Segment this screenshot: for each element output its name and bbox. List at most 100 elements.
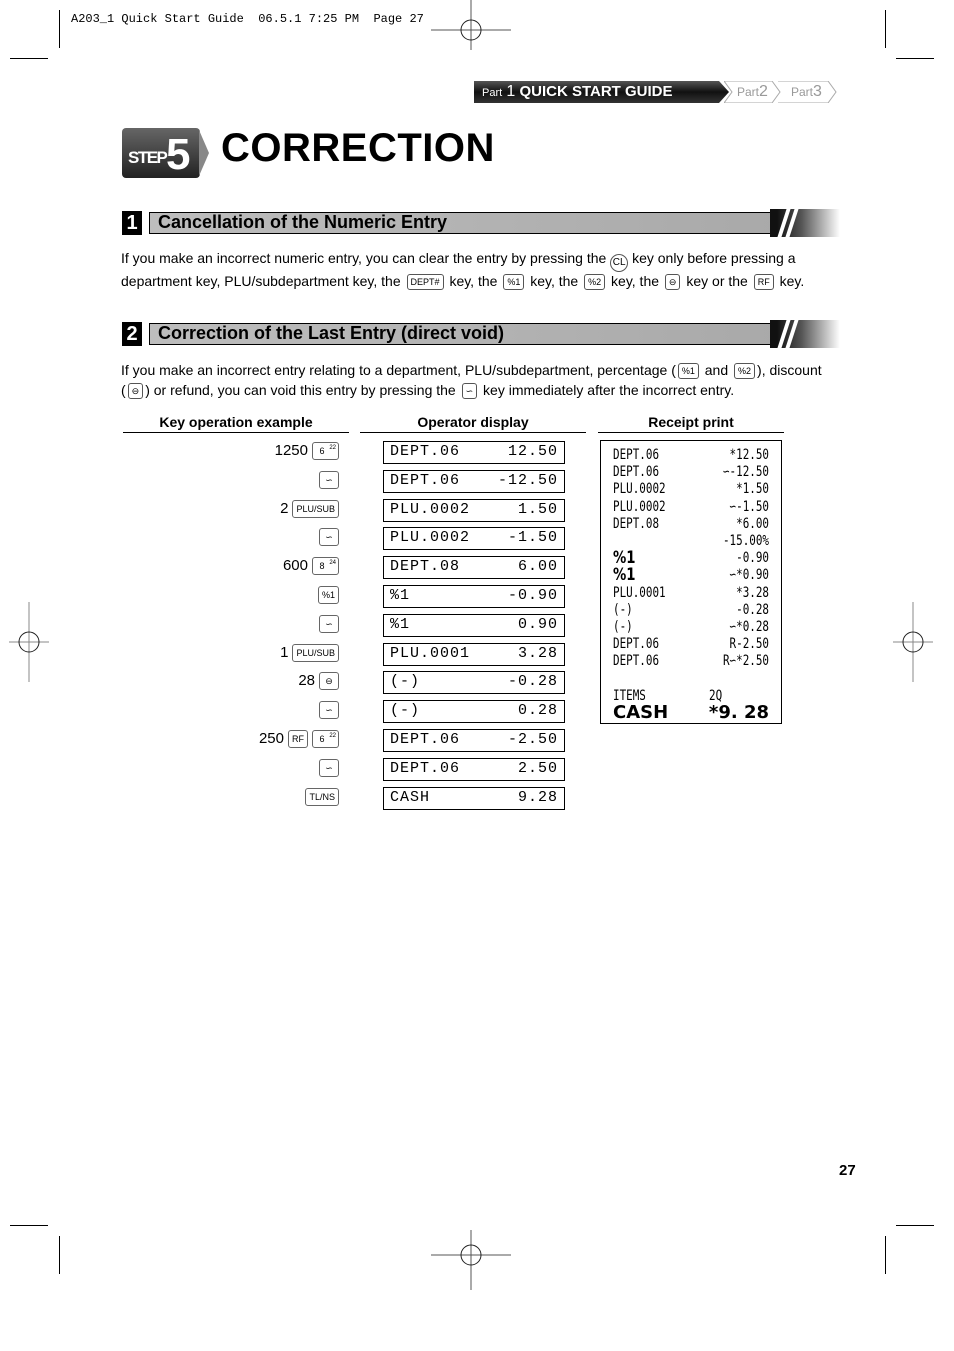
receipt-amount: -15.00% — [722, 533, 769, 549]
receipt-amount: R-2.50 — [729, 636, 769, 653]
operator-display-row: PLU.0002 1.50 — [383, 499, 565, 522]
display-label: PLU.0002 — [390, 501, 471, 518]
entered-number: 2 — [280, 500, 289, 517]
display-label: CASH — [390, 789, 431, 806]
operator-display-row: (-) -0.28 — [383, 671, 565, 694]
crop-mark — [896, 1225, 934, 1226]
registration-mark-icon — [431, 1215, 511, 1295]
display-amount: -1.50 — [507, 529, 558, 546]
part-tab-active[interactable]: Part 1 QUICK START GUIDE — [474, 81, 729, 103]
discount-key-icon: ⊖ — [664, 274, 681, 290]
receipt-item: DEPT.06 — [613, 464, 660, 481]
entered-number: 1 — [280, 644, 289, 661]
registration-mark-icon — [431, 0, 511, 70]
register-key-icon: 6 22 — [312, 442, 339, 460]
dept-hash-key-icon: DEPT# — [406, 274, 444, 290]
receipt-amount: *12.50 — [729, 447, 769, 463]
crop-mark — [885, 10, 886, 48]
part-number: 2 — [759, 83, 768, 100]
register-key-icon: %1 — [317, 586, 339, 604]
operator-display-row: %1 0.90 — [383, 614, 565, 637]
section-number: 1 — [122, 211, 142, 235]
receipt-print: DEPT.06 *12.50 DEPT.06 ∽-12.50 PLU.0002 *1.50… — [600, 440, 782, 724]
display-amount: 1.50 — [517, 501, 558, 518]
key-operation-row: 2 PLU/SUB — [280, 499, 339, 519]
receipt-amount: ∽*0.28 — [729, 619, 769, 635]
receipt-line — [613, 671, 769, 688]
key-sub-label: 22 — [329, 445, 336, 451]
receipt-line: -15.00% — [613, 533, 769, 550]
register-key-icon: ∽ — [319, 615, 339, 633]
operator-display-row: DEPT.06 12.50 — [383, 441, 565, 464]
display-label: (-) — [390, 702, 421, 719]
step-number: 5 — [166, 130, 191, 179]
part-tab-3[interactable]: Part3 — [791, 81, 822, 103]
display-amount: 12.50 — [507, 443, 558, 460]
display-label: DEPT.06 — [390, 760, 461, 777]
display-label: PLU.0002 — [390, 529, 471, 546]
crop-mark — [10, 58, 48, 59]
receipt-line: %1 -0.90 — [613, 550, 769, 567]
key-operation-row: ∽ — [315, 614, 339, 634]
cl-key-icon: CL — [610, 254, 629, 272]
crop-mark — [59, 10, 60, 48]
display-label: PLU.0001 — [390, 645, 471, 662]
operator-display-row: DEPT.06 2.50 — [383, 758, 565, 781]
key-operation-row: ∽ — [315, 527, 339, 547]
key-label: ∽ — [325, 763, 333, 773]
percent1-key-icon: %1 — [503, 274, 525, 290]
crop-mark — [59, 1236, 60, 1274]
entered-number: 600 — [282, 557, 308, 574]
key-sub-label: 24 — [329, 560, 336, 566]
receipt-amount: R∽*2.50 — [722, 653, 769, 670]
receipt-item: DEPT.06 — [613, 447, 660, 463]
key-label: 6 — [319, 446, 325, 456]
display-amount: -12.50 — [497, 472, 558, 489]
display-amount: 3.28 — [517, 645, 558, 662]
receipt-item: PLU.0002 — [613, 498, 666, 515]
section-title: Cancellation of the Numeric Entry — [149, 212, 779, 234]
key-operation-row: 1 PLU/SUB — [280, 643, 339, 663]
part-tab-2[interactable]: Part2 — [737, 81, 768, 103]
key-label: 6 — [319, 734, 325, 744]
key-label: %1 — [321, 590, 335, 600]
display-label: (-) — [390, 673, 421, 690]
receipt-amount: ∽-12.50 — [722, 464, 769, 481]
key-operation-row: %1 — [314, 585, 339, 605]
receipt-amount: *6.00 — [736, 515, 769, 532]
refund-key-icon: RF — [753, 274, 774, 290]
operator-display-row: DEPT.08 6.00 — [383, 556, 565, 579]
receipt-amount: *3.28 — [736, 584, 769, 601]
receipt-line: DEPT.08 *6.00 — [613, 516, 769, 533]
register-key-icon: ∽ — [319, 701, 339, 719]
receipt-item: DEPT.08 — [613, 515, 660, 532]
display-label: DEPT.06 — [390, 443, 461, 460]
part-prefix: Part — [791, 85, 814, 99]
receipt-amount: ∽*0.90 — [729, 567, 769, 584]
key-label: PLU/SUB — [296, 504, 335, 514]
part-prefix: Part — [737, 85, 760, 99]
operator-display-row: DEPT.06 -12.50 — [383, 470, 565, 493]
receipt-line: DEPT.06 R∽*2.50 — [613, 653, 769, 670]
receipt-line: CASH *9. 28 — [613, 702, 769, 723]
entered-number: 28 — [298, 672, 315, 689]
display-label: DEPT.06 — [390, 472, 461, 489]
display-amount: 6.00 — [517, 558, 558, 575]
operator-display-row: CASH 9.28 — [383, 787, 565, 810]
percent2-key-icon: %2 — [584, 274, 606, 290]
display-label: %1 — [390, 616, 411, 633]
receipt-amount: *1.50 — [736, 481, 769, 498]
key-label: PLU/SUB — [296, 648, 335, 658]
receipt-line: (-) ∽*0.28 — [613, 619, 769, 636]
receipt-amount: *9. 28 — [708, 702, 769, 723]
receipt-line: (-) -0.28 — [613, 602, 769, 619]
receipt-line: PLU.0001 *3.28 — [613, 585, 769, 602]
section-title: Correction of the Last Entry (direct voi… — [149, 323, 779, 345]
operator-display-row: PLU.0002 -1.50 — [383, 527, 565, 550]
page-number: 27 — [839, 1162, 856, 1179]
section-1-text: If you make an incorrect numeric entry, … — [121, 250, 805, 290]
key-sub-label: 22 — [329, 733, 336, 739]
register-key-icon: 6 22 — [312, 730, 339, 748]
crop-mark — [896, 58, 934, 59]
register-key-icon: ⊖ — [319, 672, 339, 690]
